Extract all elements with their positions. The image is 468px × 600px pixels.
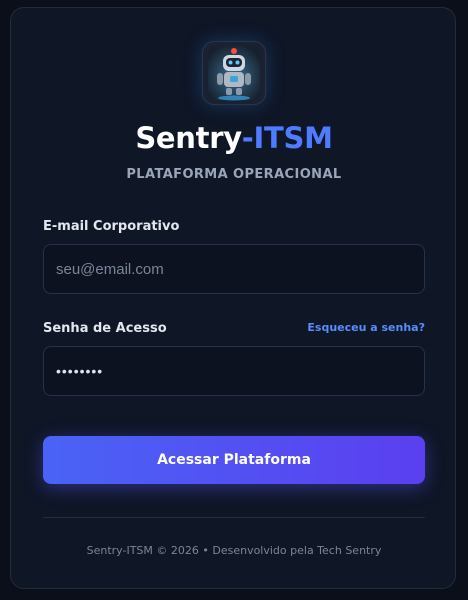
title-prefix: Sentry — [135, 121, 242, 155]
footer-text: Sentry-ITSM © 2026 • Desenvolvido pela T… — [86, 544, 382, 557]
password-field[interactable] — [43, 346, 425, 396]
forgot-password-link[interactable]: Esqueceu a senha? — [307, 321, 425, 334]
divider — [43, 517, 425, 518]
email-field[interactable] — [43, 244, 425, 294]
app-subtitle: PLATAFORMA OPERACIONAL — [126, 167, 342, 182]
robot-icon — [202, 41, 266, 105]
email-label: E-mail Corporativo — [43, 219, 180, 234]
title-suffix: -ITSM — [241, 121, 333, 155]
password-label: Senha de Acesso — [43, 321, 167, 336]
login-card: Sentry-ITSM PLATAFORMA OPERACIONAL E-mai… — [10, 7, 456, 589]
submit-button[interactable]: Acessar Plataforma — [43, 436, 425, 484]
app-title: Sentry-ITSM — [11, 121, 457, 155]
